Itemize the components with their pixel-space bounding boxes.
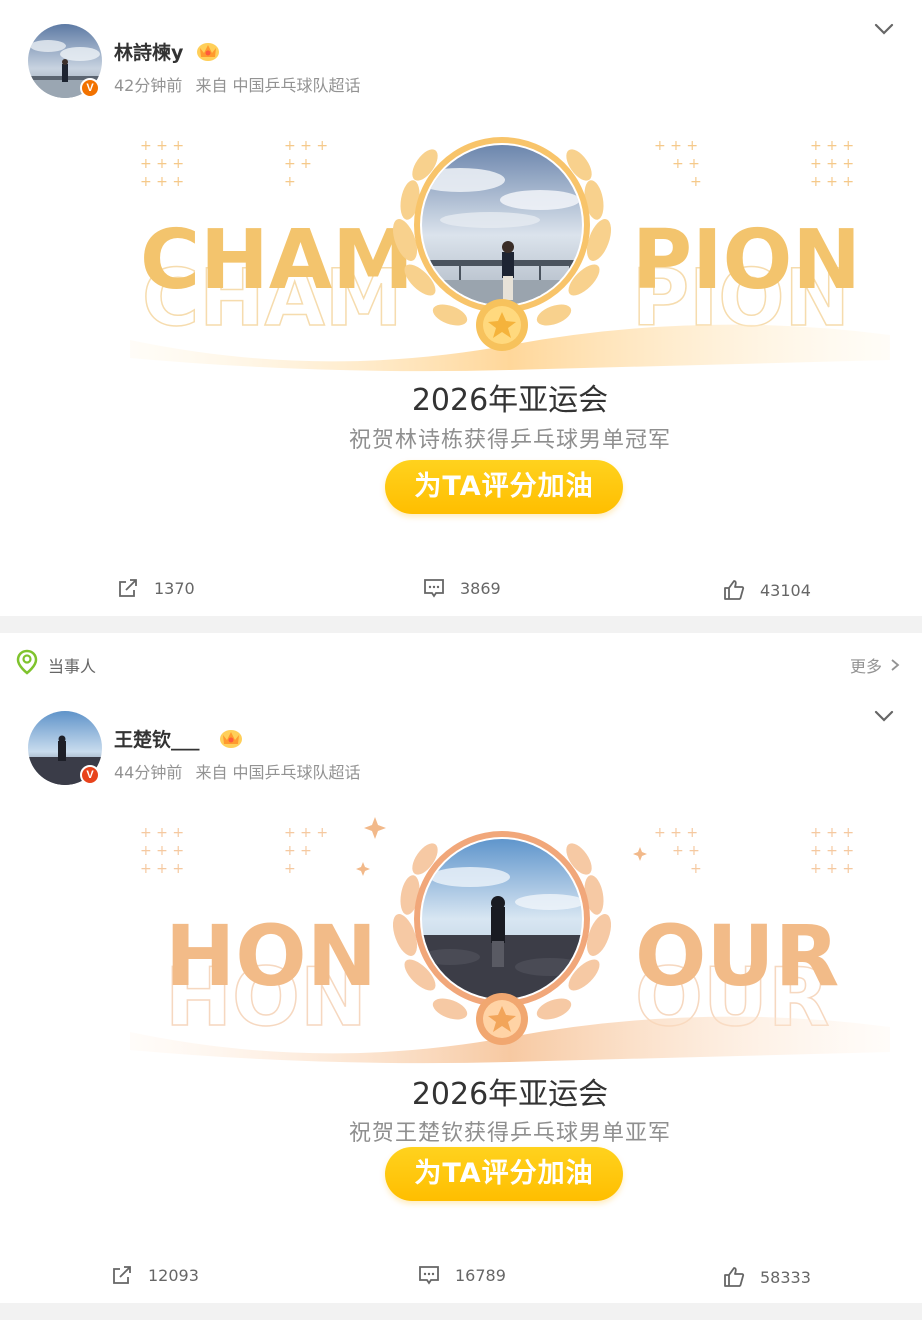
svg-text:+ + +: + + +	[654, 138, 698, 154]
like-count: 58333	[760, 1267, 811, 1287]
svg-text:+ + +: + + +	[140, 156, 184, 172]
share-icon	[119, 579, 137, 597]
cheer-rating-button[interactable]: 为TA评分加油	[385, 1147, 623, 1201]
svg-text:+: +	[690, 861, 702, 877]
topic-bar: 当事人 更多	[0, 633, 922, 691]
comment-count: 16789	[455, 1265, 506, 1285]
location-pin-icon	[16, 649, 38, 675]
like-button[interactable]: 58333	[722, 1265, 811, 1289]
thumbs-up-icon	[724, 1267, 745, 1287]
comment-count: 3869	[460, 578, 501, 598]
like-count: 43104	[760, 580, 811, 600]
svg-text:+: +	[284, 861, 296, 877]
like-button[interactable]: 43104	[722, 578, 811, 602]
champion-word-left: CHAM	[140, 213, 414, 308]
svg-text:+ +: + +	[284, 843, 312, 859]
post-source[interactable]: 来自 中国乒乓球队超话	[195, 76, 360, 95]
svg-text:+ + +: + + +	[810, 138, 854, 154]
svg-text:+ + +: + + +	[810, 843, 854, 859]
banner-title: 2026年亚运会	[411, 1077, 609, 1112]
svg-text:+ +: + +	[284, 156, 312, 172]
chevron-down-icon[interactable]	[873, 709, 895, 723]
more-link[interactable]: 更多	[850, 653, 902, 677]
banner-subtitle: 祝贺王楚钦获得乒乓球男单亚军	[348, 1121, 671, 1146]
svg-text:+ + +: + + +	[140, 174, 184, 190]
more-label: 更多	[849, 657, 882, 676]
svg-text:+ +: + +	[672, 843, 700, 859]
chevron-down-icon[interactable]	[873, 22, 895, 36]
svg-text:+: +	[690, 174, 702, 190]
champion-banner[interactable]: + + + + + + + + + + + + + + + + + + + + + + + …	[120, 120, 900, 540]
svg-text:+ + +: + + +	[810, 861, 854, 877]
svg-text:+ + +: + + +	[140, 861, 184, 877]
comment-button[interactable]: 3869	[422, 576, 501, 600]
verified-badge-icon: V	[80, 765, 100, 785]
share-icon	[113, 1266, 131, 1284]
share-count: 1370	[154, 578, 195, 598]
post-card: V 林詩楝y 42分钟前 来自 中国乒乓球队超话 + + + + + + + +…	[0, 0, 922, 616]
honour-word-left: HON	[165, 907, 377, 1005]
username[interactable]: 王楚钦___	[114, 725, 200, 752]
thumbs-up-icon	[724, 580, 745, 600]
svg-text:+ + +: + + +	[810, 825, 854, 841]
share-button[interactable]: 1370	[116, 576, 195, 600]
crown-icon	[220, 730, 242, 748]
cheer-rating-button[interactable]: 为TA评分加油	[385, 460, 623, 514]
banner-subtitle: 祝贺林诗栋获得乒乓球男单冠军	[348, 428, 671, 453]
topic-label: 当事人	[48, 657, 97, 676]
svg-text:+ + +: + + +	[140, 825, 184, 841]
svg-text:+ + +: + + +	[810, 156, 854, 172]
username[interactable]: 林詩楝y	[114, 38, 183, 65]
comment-icon	[424, 579, 444, 598]
svg-text:+: +	[284, 174, 296, 190]
svg-text:+ +: + +	[672, 156, 700, 172]
honour-banner[interactable]: + + + + + + + + + + + + + + + + + + + + + + + …	[120, 807, 900, 1227]
verified-badge-icon: V	[80, 78, 100, 98]
honour-word-right: OUR	[635, 907, 839, 1005]
share-button[interactable]: 12093	[110, 1263, 199, 1287]
comment-icon	[419, 1266, 439, 1285]
svg-text:+ + +: + + +	[140, 138, 184, 154]
comment-button[interactable]: 16789	[417, 1263, 506, 1287]
svg-text:+ + +: + + +	[810, 174, 854, 190]
post-meta: 44分钟前 来自 中国乒乓球队超话	[114, 759, 369, 783]
post-source[interactable]: 来自 中国乒乓球队超话	[195, 763, 360, 782]
share-count: 12093	[148, 1265, 199, 1285]
crown-icon	[197, 43, 219, 61]
banner-title: 2026年亚运会	[411, 383, 609, 418]
svg-text:+ + +: + + +	[284, 138, 328, 154]
post-meta: 42分钟前 来自 中国乒乓球队超话	[114, 72, 369, 96]
svg-text:+ + +: + + +	[140, 843, 184, 859]
champion-word-right: PION	[632, 213, 861, 308]
post-time: 42分钟前	[114, 76, 183, 95]
chevron-right-icon	[891, 659, 900, 671]
svg-text:+ + +: + + +	[284, 825, 328, 841]
post-card: 当事人 更多 V 王楚钦___ 44分钟前 来自 中国乒乓球队超话 + + + …	[0, 633, 922, 1303]
post-time: 44分钟前	[114, 763, 183, 782]
svg-text:+ + +: + + +	[654, 825, 698, 841]
